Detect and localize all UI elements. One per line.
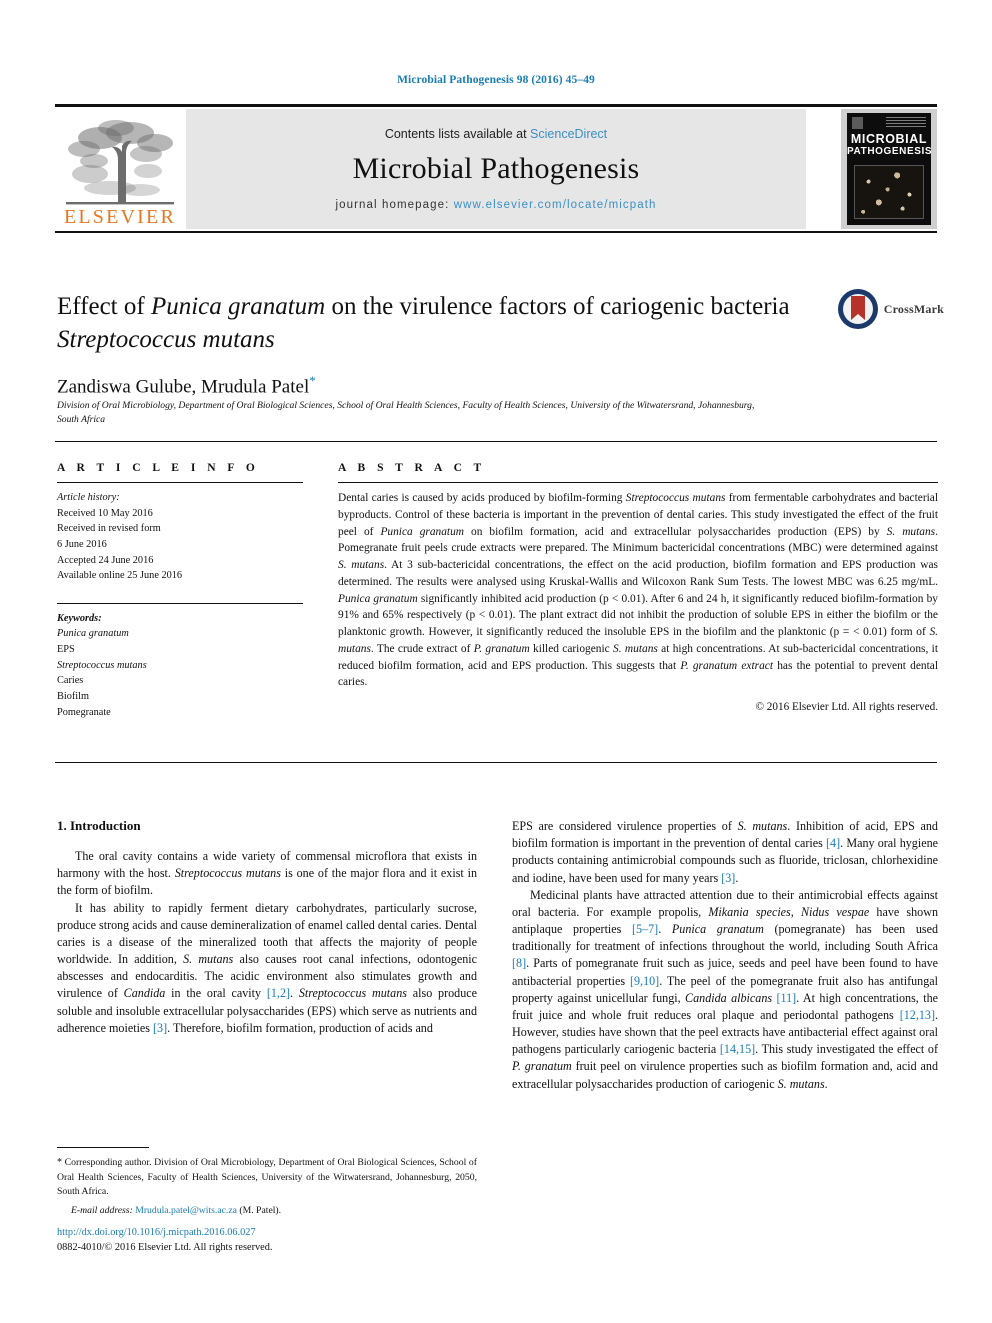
footnote-email-line: E-mail address: Mrudula.patel@wits.ac.za… bbox=[57, 1204, 477, 1219]
history-item: Received in revised form bbox=[57, 523, 161, 535]
keywords-list: Keywords: Punica granatum EPS Streptococ… bbox=[57, 611, 303, 720]
author-list: Zandiswa Gulube, Mrudula Patel* bbox=[57, 373, 817, 398]
article-history-label: Article history: bbox=[57, 492, 120, 503]
cover-title-line2: PATHOGENESIS bbox=[847, 145, 931, 157]
corresponding-author-marker: * bbox=[309, 373, 316, 388]
cover-title-line1: MICROBIAL bbox=[850, 132, 928, 146]
keywords-block: Keywords: Punica granatum EPS Streptococ… bbox=[57, 602, 303, 720]
cover-journal-title: MICROBIAL PATHOGENESIS bbox=[847, 132, 931, 157]
journal-cover-thumbnail: MICROBIAL PATHOGENESIS bbox=[841, 109, 937, 229]
history-item: Available online 25 June 2016 bbox=[57, 570, 183, 582]
abstract-divider bbox=[338, 482, 938, 483]
keyword-item: Streptococcus mutans bbox=[57, 659, 147, 671]
footnote-text-line: * Corresponding author. Division of Oral… bbox=[57, 1155, 477, 1200]
abstract-copyright: © 2016 Elsevier Ltd. All rights reserved… bbox=[755, 701, 939, 714]
cover-micrograph bbox=[854, 165, 924, 219]
abstract-heading: A B S T R A C T bbox=[338, 462, 486, 474]
title-part2: on the virulence factors of cariogenic b… bbox=[325, 293, 790, 320]
email-suffix: (M. Patel). bbox=[236, 1204, 282, 1216]
abstract-text: Dental caries is caused by acids produce… bbox=[338, 492, 938, 689]
cover-elsevier-icon bbox=[852, 117, 863, 129]
keywords-divider bbox=[57, 602, 303, 604]
homepage-url-link[interactable]: www.elsevier.com/locate/micpath bbox=[454, 199, 657, 211]
keywords-label: Keywords: bbox=[57, 612, 102, 624]
title-species1: Punica granatum bbox=[150, 293, 326, 320]
paper-page: Microbial Pathogenesis 98 (2016) 45–49 E… bbox=[0, 0, 992, 1323]
info-top-rule bbox=[55, 441, 937, 442]
contents-available-line: Contents lists available at ScienceDirec… bbox=[385, 127, 607, 141]
keyword-item: Caries bbox=[57, 675, 84, 687]
elsevier-tree-icon bbox=[66, 120, 174, 205]
homepage-prefix: journal homepage: bbox=[335, 199, 454, 211]
history-item: Received 10 May 2016 bbox=[57, 507, 153, 519]
cover-image: MICROBIAL PATHOGENESIS bbox=[847, 113, 931, 225]
intro-paragraph-4: Medicinal plants have attracted attentio… bbox=[512, 887, 939, 1091]
contents-prefix: Contents lists available at bbox=[384, 127, 531, 141]
crossmark-label: CrossMark bbox=[883, 301, 944, 316]
article-history: Article history: Received 10 May 2016 Re… bbox=[57, 490, 303, 584]
email-label: E-mail address: bbox=[71, 1204, 133, 1216]
elsevier-wordmark: ELSEVIER bbox=[63, 206, 177, 228]
journal-masthead: ELSEVIER Contents lists available at Sci… bbox=[55, 104, 937, 233]
corresponding-author-footnote: * Corresponding author. Division of Oral… bbox=[57, 1155, 477, 1218]
crossmark-icon bbox=[837, 289, 878, 329]
intro-paragraph-2: It has ability to rapidly ferment dietar… bbox=[57, 900, 477, 1035]
footnote-rule bbox=[57, 1147, 149, 1148]
cover-header-strip bbox=[852, 117, 926, 131]
intro-paragraph-1: The oral cavity contains a wide variety … bbox=[57, 849, 477, 898]
abstract-bottom-rule bbox=[55, 762, 937, 763]
footer-identifiers: http://dx.doi.org/10.1016/j.micpath.2016… bbox=[57, 1225, 477, 1256]
title-part1: Effect of bbox=[57, 293, 151, 320]
history-item: Accepted 24 June 2016 bbox=[57, 554, 154, 566]
author-affiliation: Division of Oral Microbiology, Departmen… bbox=[57, 400, 755, 426]
title-species2: Streptococcus mutans bbox=[57, 326, 275, 353]
article-info-heading: A R T I C L E I N F O bbox=[57, 462, 260, 474]
email-link[interactable]: Mrudula.patel@wits.ac.za bbox=[135, 1205, 237, 1216]
article-info-column: A R T I C L E I N F O Article history: R… bbox=[57, 462, 303, 720]
abstract-column: A B S T R A C T Dental caries is caused … bbox=[338, 462, 938, 713]
introduction-heading: 1. Introduction bbox=[57, 818, 141, 833]
doi-link[interactable]: http://dx.doi.org/10.1016/j.micpath.2016… bbox=[57, 1225, 477, 1240]
article-info-divider bbox=[57, 482, 303, 483]
history-item: 6 June 2016 bbox=[57, 538, 107, 550]
keyword-item: EPS bbox=[57, 644, 75, 656]
keyword-item: Pomegranate bbox=[57, 706, 111, 718]
author-names: Zandiswa Gulube, Mrudula Patel bbox=[57, 376, 310, 398]
introduction-right-column: EPS are considered virulence properties … bbox=[512, 818, 938, 1093]
footnote-body: Corresponding author. Division of Oral M… bbox=[57, 1157, 477, 1198]
elsevier-logo: ELSEVIER bbox=[55, 109, 185, 229]
keyword-item: Biofilm bbox=[57, 691, 90, 703]
issn-copyright-line: 0882-4010/© 2016 Elsevier Ltd. All right… bbox=[57, 1242, 273, 1254]
cover-metadata-lines bbox=[886, 117, 926, 127]
journal-homepage-line: journal homepage: www.elsevier.com/locat… bbox=[335, 199, 656, 211]
running-head: Microbial Pathogenesis 98 (2016) 45–49 bbox=[397, 74, 595, 86]
sciencedirect-link[interactable]: ScienceDirect bbox=[530, 127, 607, 141]
keyword-item: Punica granatum bbox=[57, 628, 129, 640]
journal-title: Microbial Pathogenesis bbox=[352, 152, 640, 185]
introduction-left-column: 1. Introduction The oral cavity contains… bbox=[57, 818, 477, 1037]
article-title: Effect of Punica granatum on the virulen… bbox=[57, 290, 817, 356]
masthead-center: Contents lists available at ScienceDirec… bbox=[186, 109, 806, 229]
intro-paragraph-3: EPS are considered virulence properties … bbox=[512, 819, 938, 885]
crossmark-badge[interactable]: CrossMark bbox=[837, 288, 944, 330]
